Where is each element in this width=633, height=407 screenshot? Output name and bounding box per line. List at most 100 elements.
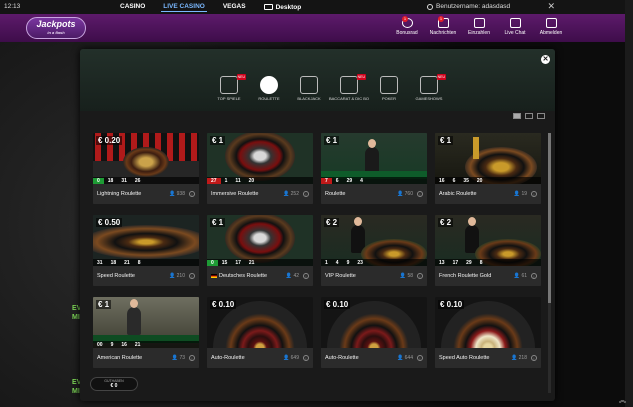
info-icon[interactable]: i [189, 273, 195, 279]
category-label: POKER [381, 96, 396, 101]
new-badge: NEU [236, 74, 246, 80]
category-icon [380, 76, 398, 94]
game-info-bar: Speed Roulette 👤 210 i [93, 266, 199, 286]
category-tab-poker[interactable]: POKER [370, 76, 408, 101]
game-name: Auto-Roulette [211, 355, 245, 361]
result-number: 7 [321, 177, 332, 184]
game-tile[interactable]: € 0.10 Speed Auto Roulette 👤 218 i [435, 297, 541, 368]
game-tile[interactable]: € 1 16 6 35 20 Arabic Roulette 👤 19 i [435, 133, 541, 204]
player-count-value: 252 [290, 191, 299, 197]
result-number: 35 [463, 177, 469, 184]
grid-view-icon[interactable] [513, 113, 521, 119]
game-info-bar: French Roulette Gold 👤 61 i [435, 266, 541, 286]
result-number: 29 [346, 177, 353, 184]
game-info-bar: VIP Roulette 👤 58 i [321, 266, 427, 286]
result-number: 16 [121, 341, 127, 348]
header-nav-logout[interactable]: Abmelden [536, 18, 566, 36]
top-bar: 12:13 CASINO LIVE CASINO VEGAS Desktop B… [0, 0, 633, 14]
game-tile[interactable]: € 0.10 Auto-Roulette 👤 649 i [207, 297, 313, 368]
category-tab-roulette[interactable]: ROULETTE [250, 76, 288, 101]
category-icon [420, 76, 438, 94]
game-info-bar: Auto-Roulette 👤 644 i [321, 348, 427, 368]
player-count: 👤 649 [283, 355, 299, 361]
game-name-wrap: American Roulette [97, 355, 172, 361]
nav-vegas[interactable]: VEGAS [221, 2, 248, 12]
game-tile[interactable]: € 2 13 17 29 8 French Roulette Gold 👤 61 i [435, 215, 541, 286]
info-icon[interactable]: i [531, 355, 537, 361]
user-info[interactable]: Benutzername: adasdasd [427, 3, 510, 10]
header-nav-chat[interactable]: Live Chat [500, 18, 530, 36]
game-info-bar: American Roulette 👤 73 i [93, 348, 199, 368]
info-icon[interactable]: i [189, 191, 195, 197]
game-tile[interactable]: € 1 00 9 16 21 American Roulette 👤 73 i [93, 297, 199, 368]
new-badge: NEU [356, 74, 366, 80]
scroll-up-icon[interactable]: ︽ [619, 395, 626, 405]
info-icon[interactable]: i [417, 273, 423, 279]
recent-results: 16 6 35 20 [435, 177, 541, 184]
player-count-value: 760 [404, 191, 413, 197]
player-count-value: 61 [521, 273, 527, 279]
game-tile[interactable]: € 2 1 4 9 23 VIP Roulette 👤 58 i [321, 215, 427, 286]
game-tile[interactable]: € 1 27 1 11 20 Immersive Roulette 👤 252 i [207, 133, 313, 204]
info-icon[interactable]: i [531, 273, 537, 279]
game-info-bar: Auto-Roulette 👤 649 i [207, 348, 313, 368]
close-icon[interactable]: ✕ [547, 1, 555, 12]
stake-label: € 1 [438, 136, 454, 145]
new-badge: NEU [436, 74, 446, 80]
game-tile[interactable]: € 1 0 15 17 21 Deutsches Roulette 👤 42 i [207, 215, 313, 286]
game-name-wrap: Speed Auto Roulette [439, 355, 511, 361]
game-tile[interactable]: € 0.10 Auto-Roulette 👤 644 i [321, 297, 427, 368]
category-tab-gameshows[interactable]: NEU GAMESHOWS [410, 74, 448, 101]
info-icon[interactable]: i [303, 191, 309, 197]
jackpots-logo[interactable]: Jackpots in a flash [26, 17, 86, 39]
username-label: Benutzername: adasdasd [436, 3, 511, 10]
user-icon: 👤 [511, 355, 519, 361]
modal-close-icon[interactable]: ✕ [541, 55, 550, 64]
game-tile[interactable]: € 0.50 31 18 21 8 Speed Roulette 👤 210 i [93, 215, 199, 286]
game-name-wrap: Deutsches Roulette [211, 273, 286, 279]
category-label: BACCARAT & DIC BO [328, 96, 370, 101]
info-icon[interactable]: i [303, 355, 309, 361]
balance-pill[interactable]: GUTHABEN € 0 [90, 377, 138, 391]
player-count: 👤 73 [172, 355, 185, 361]
info-icon[interactable]: i [417, 191, 423, 197]
header-nav-mail[interactable]: 1 Nachrichten [428, 16, 458, 36]
nav-live-casino[interactable]: LIVE CASINO [161, 2, 207, 12]
game-tile[interactable]: € 0.20 0 18 31 26 Lightning Roulette 👤 938 i [93, 133, 199, 204]
recent-results: 7 6 29 4 [321, 177, 427, 184]
stake-label: € 1 [324, 136, 340, 145]
info-icon[interactable]: i [531, 191, 537, 197]
game-name: Roulette [325, 191, 346, 197]
category-tab-blackjack[interactable]: BLACKJACK [290, 76, 328, 101]
category-tab-top-spiele[interactable]: NEU TOP SPIELE [210, 74, 248, 101]
game-tile[interactable]: € 1 7 6 29 4 Roulette 👤 760 i [321, 133, 427, 204]
game-name-wrap: Speed Roulette [97, 273, 169, 279]
result-number: 27 [207, 177, 221, 184]
result-number: 4 [335, 259, 339, 266]
list-view-icon[interactable] [537, 113, 545, 119]
header-nav-deposit[interactable]: Einzahlen [464, 18, 494, 36]
result-number: 1 [224, 177, 228, 184]
modal-scrollbar[interactable] [548, 133, 551, 393]
scroll-thumb[interactable] [548, 133, 551, 303]
result-number: 00 [97, 341, 103, 348]
category-tab-baccarat-dic-bo[interactable]: NEU BACCARAT & DIC BO [328, 74, 370, 101]
result-number: 20 [248, 177, 255, 184]
german-flag-icon [211, 273, 217, 278]
header-nav-wheel[interactable]: 1 Bonusrad [392, 16, 422, 36]
result-number: 8 [137, 259, 141, 266]
game-name: VIP Roulette [325, 273, 356, 279]
player-count: 👤 760 [397, 191, 413, 197]
large-grid-icon[interactable] [525, 113, 533, 119]
info-icon[interactable]: i [303, 273, 309, 279]
player-count-value: 58 [407, 273, 413, 279]
nav-casino[interactable]: CASINO [118, 2, 147, 12]
recent-results: 00 9 16 21 [93, 341, 199, 348]
page-scrollbar[interactable] [625, 0, 633, 407]
player-count: 👤 644 [397, 355, 413, 361]
desktop-link[interactable]: Desktop [262, 2, 304, 12]
header-nav-label: Einzahlen [468, 30, 490, 36]
info-icon[interactable]: i [417, 355, 423, 361]
result-number: 21 [248, 259, 255, 266]
info-icon[interactable]: i [189, 355, 195, 361]
